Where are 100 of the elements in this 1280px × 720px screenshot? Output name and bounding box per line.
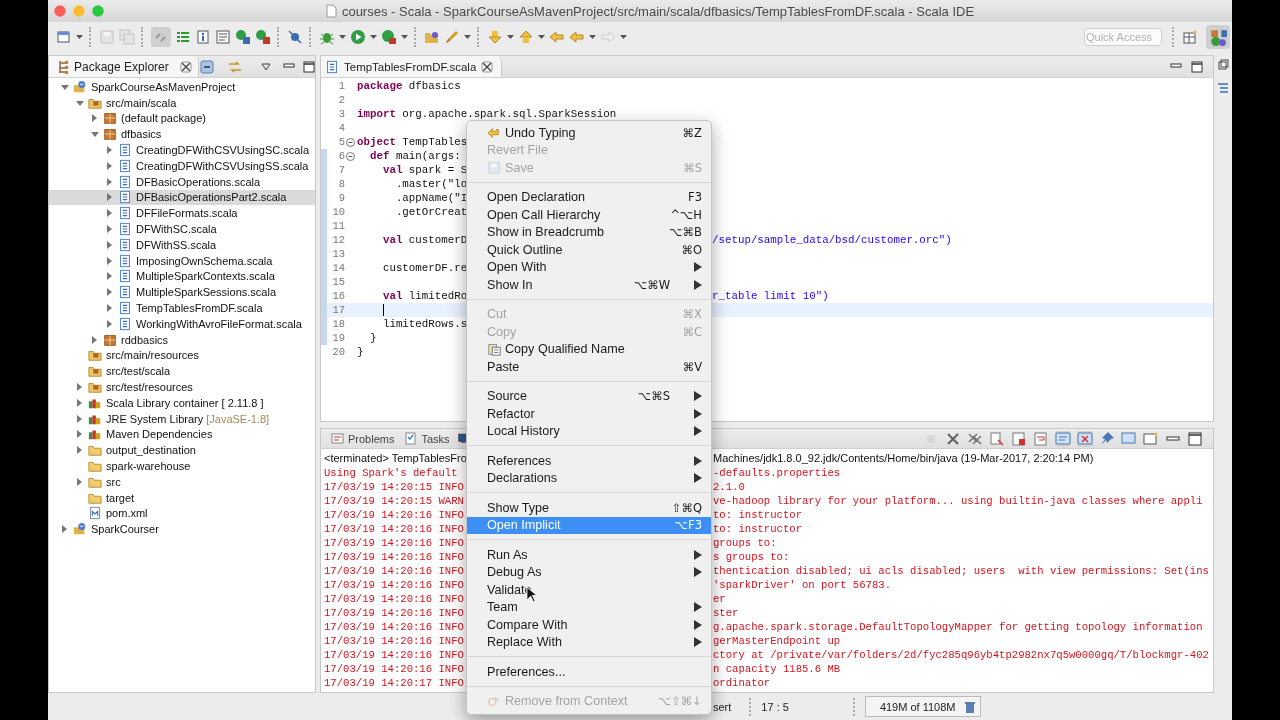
close-window-button[interactable] <box>54 5 66 17</box>
tree-item[interactable]: Maven Dependencies <box>49 426 315 443</box>
trash-icon[interactable] <box>963 699 976 714</box>
tree-item[interactable]: Scala Library container [ 2.11.8 ] <box>49 394 315 411</box>
page-icon[interactable] <box>215 29 231 45</box>
caret-icon[interactable] <box>401 34 408 40</box>
tree-item[interactable]: ImposingOwnSchema.scala <box>49 252 315 269</box>
tree-item[interactable]: dfbasics <box>49 126 315 143</box>
tree-item[interactable]: SparkCourser <box>49 521 315 538</box>
new-console-icon[interactable] <box>1143 430 1159 447</box>
tree-item[interactable]: CreatingDFWithCSVUsingSC.scala <box>49 142 315 158</box>
caret-icon[interactable] <box>76 34 83 40</box>
maximize-icon[interactable] <box>302 60 315 73</box>
menu-item[interactable]: Copy Qualified Name <box>467 340 711 358</box>
menu-item[interactable]: Local History <box>467 422 711 440</box>
caret-icon[interactable] <box>339 34 346 40</box>
menu-item[interactable]: Replace With <box>467 633 711 651</box>
previous-annotation-icon[interactable] <box>518 29 534 45</box>
run-external-icon[interactable] <box>381 29 397 45</box>
next-annotation-icon[interactable] <box>487 29 503 45</box>
tree-item[interactable]: src <box>49 473 315 490</box>
menu-item[interactable]: Refactor <box>467 405 711 423</box>
fold-icon[interactable] <box>346 137 355 147</box>
tree-item[interactable]: MultipleSparkContexts.scala <box>49 268 315 285</box>
menu-item[interactable]: Compare With <box>467 616 711 634</box>
new-object-icon[interactable] <box>255 29 271 45</box>
menu-item[interactable]: Debug As <box>467 563 711 581</box>
tree-item[interactable]: (default package) <box>49 110 315 127</box>
tree-item[interactable]: SparkCourseAsMavenProject <box>49 79 315 95</box>
pin-icon[interactable] <box>1099 430 1115 447</box>
tree-item[interactable]: pom.xml <box>49 505 315 522</box>
menu-item[interactable]: Preferences... <box>467 663 711 681</box>
tree-item[interactable]: DFWithSS.scala <box>49 236 315 253</box>
tree-item[interactable]: TempTablesFromDF.scala <box>49 300 315 316</box>
maximize-icon[interactable] <box>1191 60 1203 73</box>
caret-icon[interactable] <box>538 34 545 40</box>
menu-item[interactable]: Open Call Hierarchy ^⌥H <box>467 206 711 224</box>
tree-item[interactable]: MultipleSparkSessions.scala <box>49 284 315 301</box>
scala-perspective-icon[interactable] <box>1209 28 1227 46</box>
view-tab[interactable]: Tasks <box>402 429 454 448</box>
open-folder-icon[interactable] <box>424 29 440 45</box>
menu-item[interactable]: Show in Breadcrumb ⌥⌘B <box>467 223 711 241</box>
caret-icon[interactable] <box>589 34 596 40</box>
menu-item[interactable]: Open Declaration F3 <box>467 188 711 206</box>
menu-item[interactable]: Undo Typing ⌘Z <box>467 124 711 142</box>
tree-item[interactable]: src/main/scala <box>49 94 315 111</box>
clear-console-icon[interactable] <box>989 430 1005 447</box>
tree-item[interactable]: output_destination <box>49 442 315 459</box>
tree-item[interactable]: src/test/scala <box>49 363 315 380</box>
run-icon[interactable] <box>350 29 366 45</box>
remove-launch-icon[interactable] <box>945 430 961 447</box>
caret-icon[interactable] <box>507 34 514 40</box>
outline-view-icon[interactable] <box>1217 82 1229 94</box>
view-menu-icon[interactable] <box>260 62 271 71</box>
menu-item[interactable]: Declarations <box>467 469 711 487</box>
menu-item[interactable]: Run As <box>467 546 711 564</box>
open-perspective-icon[interactable] <box>1182 29 1198 45</box>
menu-item[interactable]: Paste ⌘V <box>467 358 711 376</box>
tree-item[interactable]: rddbasics <box>49 331 315 348</box>
menu-item[interactable]: References <box>467 452 711 470</box>
menu-item[interactable]: Validate <box>467 581 711 599</box>
tree-item[interactable]: DFFileFormats.scala <box>49 205 315 222</box>
menu-item[interactable]: Show In ⌥⌘W <box>467 276 711 294</box>
tree-item[interactable]: DFBasicOperations.scala <box>49 173 315 190</box>
restore-icon[interactable] <box>1217 59 1229 70</box>
quick-access-field[interactable]: Quick Access <box>1084 28 1162 46</box>
menu-item[interactable]: Source ⌥⌘S <box>467 387 711 405</box>
tree-item[interactable]: JRE System Library [JavaSE-1.8] <box>49 410 315 427</box>
collapse-all-icon[interactable] <box>198 58 215 75</box>
tree-item[interactable]: CreatingDFWithCSVUsingSS.scala <box>49 158 315 174</box>
caret-icon[interactable] <box>370 34 377 40</box>
tree-item[interactable]: WorkingWithAvroFileFormat.scala <box>49 315 315 332</box>
close-icon[interactable] <box>179 60 192 73</box>
tree-item[interactable]: spark-warehouse <box>49 458 315 474</box>
new-icon[interactable] <box>56 29 72 45</box>
new-class-icon[interactable] <box>235 29 251 45</box>
menu-item[interactable]: Quick Outline ⌘O <box>467 241 711 259</box>
menu-item[interactable]: Team <box>467 598 711 616</box>
menu-item[interactable]: Show Type ⇧⌘Q <box>467 499 711 517</box>
tree-item[interactable]: src/test/resources <box>49 379 315 395</box>
tree-item[interactable]: src/main/resources <box>49 347 315 364</box>
editor-tab[interactable]: TempTablesFromDF.scala <box>321 56 503 77</box>
skip-breakpoints-icon[interactable] <box>287 29 303 45</box>
remove-all-icon[interactable] <box>967 430 983 447</box>
outline-icon[interactable] <box>175 29 191 45</box>
tree-item[interactable]: target <box>49 489 315 506</box>
show-error-icon[interactable] <box>1077 430 1093 447</box>
word-wrap-icon[interactable] <box>1033 430 1049 447</box>
fold-icon[interactable] <box>346 151 355 161</box>
tree-item[interactable]: DFBasicOperationsPart2.scala <box>49 189 315 206</box>
menu-item[interactable]: Open With <box>467 258 711 276</box>
view-tab[interactable]: Problems <box>329 429 399 448</box>
close-icon[interactable] <box>481 60 494 73</box>
caret-icon[interactable] <box>620 34 627 40</box>
caret-icon[interactable] <box>464 34 471 40</box>
scroll-lock-icon[interactable] <box>1011 430 1027 447</box>
tree-item[interactable]: DFWithSC.scala <box>49 221 315 237</box>
info-icon[interactable] <box>195 29 211 45</box>
maximize-icon[interactable] <box>1187 430 1203 447</box>
view-tab[interactable]: Package Explorer <box>49 56 199 77</box>
